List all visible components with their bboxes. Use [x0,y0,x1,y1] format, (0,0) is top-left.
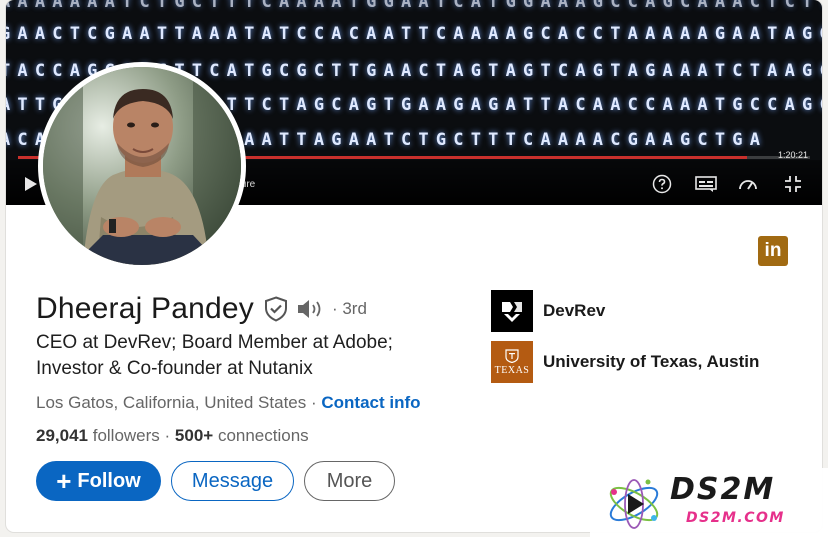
connection-degree: · 3rd [331,299,367,318]
separator-dot: · [159,426,175,445]
watermark-subtitle: DS2M.COM [686,510,785,526]
ut-logo-text: TEXAS [494,364,530,376]
verified-shield-icon[interactable] [264,296,288,322]
plus-icon: + [56,466,72,496]
profile-name-row: Dheeraj Pandey · 3rd [36,292,367,326]
captions-icon[interactable] [695,173,717,195]
separator-dot: · [306,393,322,412]
follow-label: Follow [77,469,141,492]
profile-card: AAAAAAATCTGCTTTCAAAATGGAATCATGGAAAGCCAGC… [6,0,822,532]
org-name: University of Texas, Austin [543,352,760,371]
connections-label: connections [213,426,309,445]
watermark: DS2M DS2M.COM [590,468,828,537]
connections-count: 500+ [174,426,214,445]
org-devrev[interactable]: DevRev [491,290,605,332]
speed-icon[interactable] [737,173,759,195]
banner-dna-text: GAACTCGAATTAAATATCCACAATTCAAAAGCACCTAAAA… [6,24,822,44]
video-timecode: 1:20:21 [777,150,808,160]
profile-name: Dheeraj Pandey [36,292,254,325]
more-button[interactable]: More [304,461,395,501]
profile-location: Los Gatos, California, United States [36,393,307,412]
profile-headline: CEO at DevRev; Board Member at Adobe; In… [36,332,393,379]
watermark-title: DS2M [670,472,776,507]
contact-info-link[interactable]: Contact info [321,393,420,412]
message-button[interactable]: Message [171,461,294,501]
speaker-icon[interactable] [296,298,326,320]
ut-austin-logo-icon: TEXAS [491,341,533,383]
follow-button[interactable]: + Follow [36,461,161,501]
followers-label: followers [88,426,160,445]
exit-fullscreen-icon[interactable] [782,173,804,195]
org-name: DevRev [543,301,606,320]
help-icon[interactable] [651,173,673,195]
avatar[interactable] [38,62,246,270]
profile-stats-row: 29,041 followers · 500+ connections [36,426,309,446]
banner-dna-text: AAAAAAATCTGCTTTCAAAATGGAATCATGGAAAGCCAGC… [6,0,822,12]
ds2m-logo-icon [609,479,659,529]
linkedin-icon[interactable]: in [758,236,788,266]
profile-location-row: Los Gatos, California, United States · C… [36,393,421,413]
followers-count: 29,041 [36,426,88,445]
org-ut-austin[interactable]: TEXAS University of Texas, Austin [491,341,759,383]
devrev-logo-icon [491,290,533,332]
